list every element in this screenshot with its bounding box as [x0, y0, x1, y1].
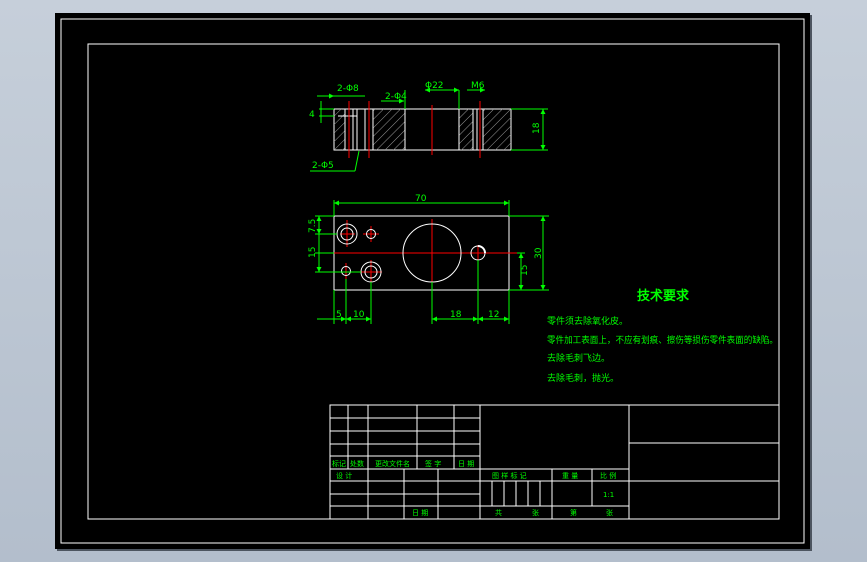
dim-18-label: 18 [532, 122, 542, 134]
dim-2-phi5-label: 2-Φ5 [312, 161, 334, 171]
dim-70-label: 70 [415, 194, 427, 204]
tb-sheet-of: 张 [532, 508, 539, 517]
tb-design: 设 计 [336, 471, 352, 480]
tech-line-3: 去除毛刺飞边。 [547, 352, 610, 364]
tb-total: 共 [495, 508, 502, 517]
dim-15-right-label: 15 [520, 265, 530, 276]
tb-date-bottom: 日 期 [412, 509, 428, 517]
front-view: 70 7.5 15 30 15 5 10 18 12 [308, 194, 549, 324]
tb-signature: 签 字 [425, 459, 441, 468]
tech-line-4: 去除毛刺，抛光。 [547, 372, 619, 384]
dim-10-label: 10 [353, 310, 365, 320]
tb-mark: 标记 [332, 459, 346, 468]
tb-no: 第 [570, 508, 577, 517]
dim-phi22-label: Φ22 [425, 81, 444, 91]
dim-4-label: 4 [309, 110, 315, 120]
tb-date: 日 期 [458, 460, 474, 468]
dim-12-label: 12 [488, 310, 499, 320]
drawing-sheet: 2-Φ8 2-Φ4 Φ22 M6 4 18 2-Φ5 70 7.5 15 30 … [55, 13, 810, 549]
tech-line-1: 零件须去除氧化皮。 [547, 315, 628, 327]
tb-sheet-suffix: 张 [606, 508, 613, 517]
dim-2-phi8-label: 2-Φ8 [337, 84, 359, 94]
tb-change-doc: 更改文件名 [375, 459, 410, 468]
tb-stage-mark: 图 样 标 记 [492, 471, 527, 480]
dim-5-label: 5 [336, 310, 342, 320]
technical-requirements: 技术要求 零件须去除氧化皮。 零件加工表面上，不应有划痕、擦伤等损伤零件表面的缺… [547, 288, 778, 384]
dim-2-phi4-label: 2-Φ4 [385, 92, 407, 102]
section-view: 2-Φ8 2-Φ4 Φ22 M6 4 18 2-Φ5 [309, 81, 548, 172]
tb-weight: 重 量 [562, 472, 578, 480]
dim-30-label: 30 [534, 247, 544, 259]
dim-7-5-label: 7.5 [308, 219, 318, 233]
dim-15-left-label: 15 [308, 247, 318, 258]
cad-drawing-canvas: 2-Φ8 2-Φ4 Φ22 M6 4 18 2-Φ5 70 7.5 15 30 … [60, 18, 805, 544]
title-block-text: 标记 处数 更改文件名 签 字 日 期 设 计 日 期 图 样 标 记 重 量 … [332, 459, 616, 517]
dim-m6-label: M6 [471, 81, 485, 91]
tech-line-2: 零件加工表面上，不应有划痕、擦伤等损伤零件表面的缺陷。 [547, 334, 778, 346]
tb-scale: 比 例 [600, 471, 616, 480]
dim-18-front-label: 18 [450, 310, 462, 320]
tech-title: 技术要求 [637, 288, 690, 304]
tb-count: 处数 [350, 459, 364, 468]
tb-scale-value: 1:1 [603, 491, 614, 499]
